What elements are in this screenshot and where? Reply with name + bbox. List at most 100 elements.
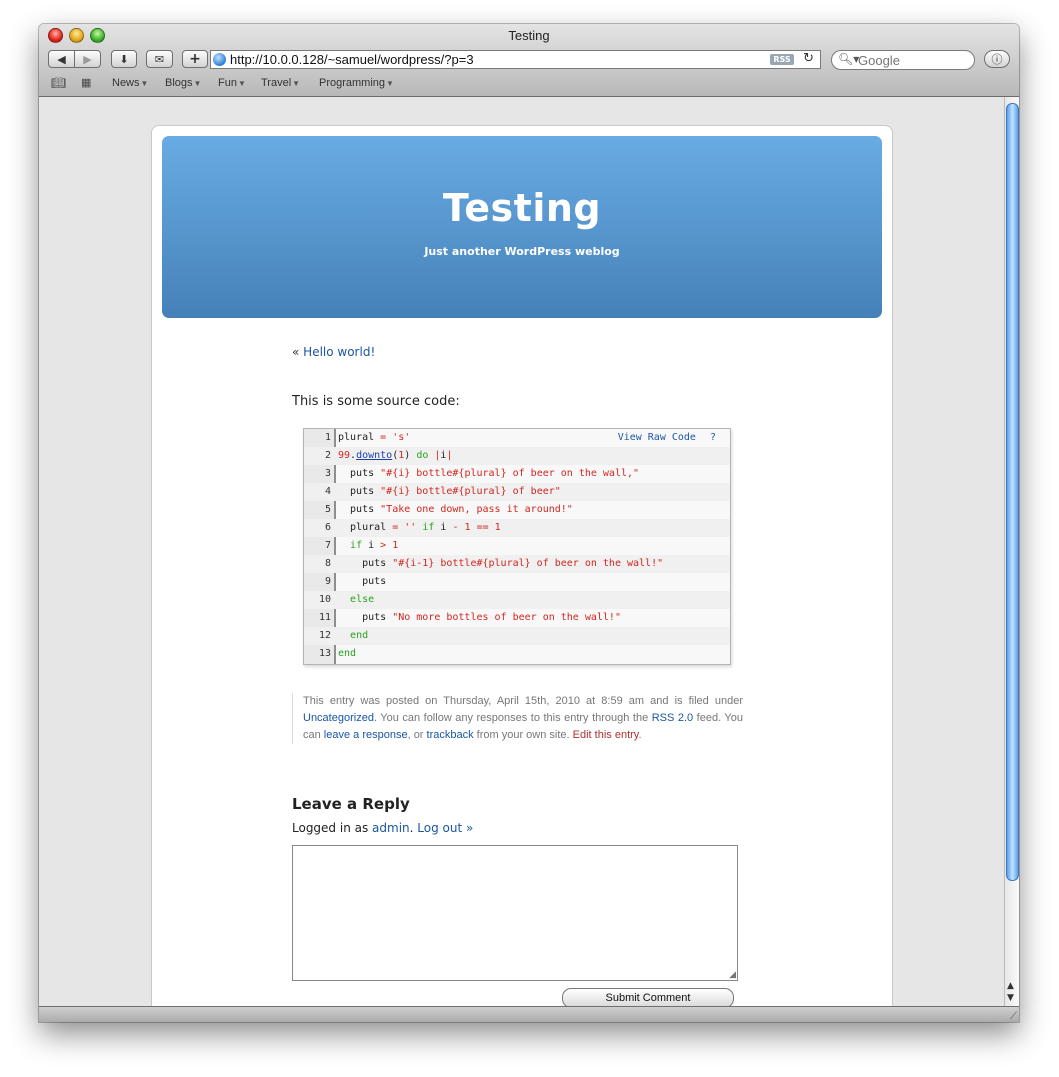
blog-description: Just another WordPress weblog: [424, 245, 620, 258]
globe-icon: [213, 53, 226, 66]
bookmark-blogs[interactable]: Blogs▼: [165, 77, 201, 89]
line-number: 13: [318, 648, 331, 659]
code-text: puts "No more bottles of beer on the wal…: [338, 612, 621, 623]
line-number: 6: [324, 522, 331, 533]
code-line: 6 plural = '' if i - 1 == 1: [304, 519, 730, 537]
envelope-icon: ✉: [154, 52, 165, 66]
code-text: else: [350, 594, 375, 605]
view-raw-code-link[interactable]: View Raw Code: [618, 432, 696, 443]
code-text: puts "Take one down, pass it around!": [338, 504, 573, 515]
code-text: plural = 's': [338, 432, 411, 443]
code-line: 5 puts "Take one down, pass it around!": [304, 501, 730, 519]
code-text: if i > 1: [350, 540, 399, 551]
leave-response-link[interactable]: leave a response: [324, 729, 408, 741]
status-bar: ⟋: [39, 1006, 1019, 1022]
bookmark-news[interactable]: News▼: [112, 77, 148, 89]
code-text: end: [338, 648, 357, 659]
add-bookmark-button[interactable]: +: [182, 50, 208, 68]
address-bar[interactable]: http://10.0.0.128/~samuel/wordpress/?p=3…: [210, 50, 821, 69]
line-number: 12: [318, 630, 331, 641]
search-input[interactable]: [858, 53, 968, 68]
mail-button[interactable]: ✉: [146, 50, 173, 68]
edit-entry-link[interactable]: Edit this entry: [573, 729, 639, 741]
code-text: puts "#{i-1} bottle#{plural} of beer on …: [338, 558, 664, 569]
bookmark-fun[interactable]: Fun▼: [218, 77, 246, 89]
web-content: Testing Just another WordPress weblog « …: [39, 97, 1004, 1006]
code-line: 1 plural = 's' View Raw Code?: [304, 429, 730, 447]
blog-title[interactable]: Testing: [162, 186, 882, 230]
line-number: 7: [324, 540, 331, 551]
logged-in-status: Logged in as admin. Log out »: [292, 821, 474, 835]
reload-icon[interactable]: ↻: [803, 51, 814, 66]
post-metadata: This entry was posted on Thursday, April…: [292, 693, 743, 744]
reply-heading: Leave a Reply: [292, 795, 410, 813]
dropdown-arrow-icon: ▼: [292, 79, 301, 88]
code-text: end: [350, 630, 369, 641]
line-number: 10: [318, 594, 331, 605]
trackback-link[interactable]: trackback: [427, 729, 474, 741]
scrollbar-thumb[interactable]: [1006, 103, 1019, 881]
bookmark-travel[interactable]: Travel▼: [261, 77, 300, 89]
logout-link[interactable]: Log out »: [417, 821, 473, 835]
window-resize-grip-icon[interactable]: ⟋: [1010, 1011, 1017, 1022]
line-number: 9: [324, 576, 331, 587]
scroll-down-icon[interactable]: ▼: [1007, 993, 1014, 1003]
line-number: 3: [324, 468, 331, 479]
code-block: 1 plural = 's' View Raw Code? 2 99.downt…: [303, 428, 731, 665]
title-bar: Testing ◀ ▶ ⬇ ✉ + http://10.0.0.128/~sam…: [39, 24, 1019, 97]
code-help-link[interactable]: ?: [710, 432, 716, 443]
code-line: 4 puts "#{i} bottle#{plural} of beer": [304, 483, 730, 501]
post-intro: This is some source code:: [292, 394, 460, 409]
line-number: 1: [324, 432, 331, 443]
rss-feed-link[interactable]: RSS 2.0: [652, 712, 693, 724]
submit-comment-button[interactable]: Submit Comment: [562, 988, 734, 1006]
code-line: 13 end: [304, 645, 730, 663]
line-number: 5: [324, 504, 331, 515]
blog-header: Testing Just another WordPress weblog: [162, 136, 882, 318]
comment-textarea[interactable]: ◢: [292, 845, 738, 981]
code-line: 2 99.downto(1) do |i|: [304, 447, 730, 465]
code-line: 12 end: [304, 627, 730, 645]
code-line: 9 puts: [304, 573, 730, 591]
search-field[interactable]: 🔍︎▾: [831, 50, 975, 70]
code-line: 3 puts "#{i} bottle#{plural} of beer on …: [304, 465, 730, 483]
dropdown-arrow-icon: ▼: [237, 79, 246, 88]
plus-icon: +: [189, 51, 201, 67]
code-commands: View Raw Code?: [618, 429, 730, 447]
code-line: 8 puts "#{i-1} bottle#{plural} of beer o…: [304, 555, 730, 573]
code-text: puts: [338, 576, 387, 587]
rss-badge[interactable]: RSS: [770, 54, 794, 65]
line-number: 8: [324, 558, 331, 569]
line-number: 2: [324, 450, 331, 461]
url-text[interactable]: http://10.0.0.128/~samuel/wordpress/?p=3: [230, 52, 474, 67]
back-button[interactable]: ◀: [48, 50, 75, 68]
code-line: 7 if i > 1: [304, 537, 730, 555]
bookmark-programming[interactable]: Programming▼: [319, 77, 394, 89]
snapback-button[interactable]: ⓘ: [984, 50, 1010, 68]
blog-page: Testing Just another WordPress weblog « …: [151, 125, 893, 1006]
forward-button[interactable]: ▶: [74, 50, 101, 68]
code-text: plural = '' if i - 1 == 1: [338, 522, 501, 533]
window-title: Testing: [508, 28, 550, 43]
download-icon: ⬇: [119, 52, 129, 66]
prev-post-link[interactable]: Hello world!: [303, 345, 375, 359]
downloads-button[interactable]: ⬇: [111, 50, 137, 68]
vertical-scrollbar[interactable]: ▲ ▼: [1004, 97, 1019, 1006]
resize-grip-icon[interactable]: ◢: [729, 970, 736, 980]
previous-post-nav: « Hello world!: [292, 345, 375, 359]
prev-marker: «: [292, 345, 300, 359]
code-line: 11 puts "No more bottles of beer on the …: [304, 609, 730, 627]
code-text: puts "#{i} bottle#{plural} of beer on th…: [338, 468, 640, 479]
book-icon[interactable]: 📖︎: [51, 76, 66, 90]
user-link[interactable]: admin: [372, 821, 410, 835]
dropdown-arrow-icon: ▼: [193, 79, 202, 88]
browser-window: Testing ◀ ▶ ⬇ ✉ + http://10.0.0.128/~sam…: [39, 24, 1019, 1022]
code-text: 99.downto(1) do |i|: [338, 450, 453, 461]
forward-arrow-icon: ▶: [83, 52, 92, 66]
line-number: 11: [318, 612, 331, 623]
grid-icon[interactable]: ▦: [81, 76, 91, 89]
search-icon[interactable]: 🔍︎▾: [838, 52, 859, 66]
category-link[interactable]: Uncategorized: [303, 712, 374, 724]
scroll-up-icon[interactable]: ▲: [1007, 981, 1014, 991]
code-text: puts "#{i} bottle#{plural} of beer": [338, 486, 561, 497]
